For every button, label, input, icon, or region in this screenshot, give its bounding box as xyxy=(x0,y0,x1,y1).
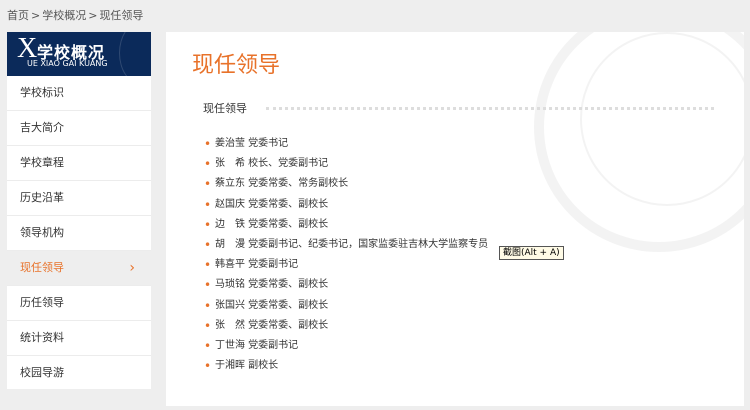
list-item: • 马琐铭 党委常委、副校长 xyxy=(203,275,488,295)
list-item: • 张 然 党委常委、副校长 xyxy=(203,316,488,336)
sidebar-item-history[interactable]: 历史沿革 xyxy=(7,181,151,216)
sidebar-item-label: 领导机构 xyxy=(20,226,64,239)
leader-entry: 边 铁 党委常委、副校长 xyxy=(215,218,329,230)
sidebar-item-campus-tour[interactable]: 校园导游 xyxy=(7,356,151,390)
sidebar: X 学校概况 UE XIAO GAI KUANG 学校标识 吉大简介 学校章程 … xyxy=(7,32,151,389)
list-item: • 韩喜平 党委副书记 xyxy=(203,255,488,275)
leader-entry: 姜治莹 党委书记 xyxy=(215,138,289,149)
leader-entry: 于湘晖 副校长 xyxy=(215,360,279,372)
sidebar-item-label: 统计资料 xyxy=(20,331,64,344)
leader-entry: 胡 漫 党委副书记、纪委书记，国家监委驻吉林大学监察专员 xyxy=(215,238,489,250)
sidebar-item-former-leaders[interactable]: 历任领导 xyxy=(7,286,151,321)
screenshot-tooltip: 截图(Alt + A) xyxy=(499,246,564,260)
leader-entry: 张 然 党委常委、副校长 xyxy=(215,319,329,331)
list-item: • 丁世海 党委副书记 xyxy=(203,336,488,356)
chevron-right-icon: › xyxy=(129,260,135,276)
bullet-icon: • xyxy=(204,217,212,232)
list-item: • 张 希 校长、党委副书记 xyxy=(203,154,488,174)
leader-entry: 张国兴 党委常委、副校长 xyxy=(215,299,329,311)
bullet-icon: • xyxy=(204,318,212,333)
sidebar-item-statistics[interactable]: 统计资料 xyxy=(7,321,151,356)
bullet-icon: • xyxy=(204,258,212,273)
list-item: • 张国兴 党委常委、副校长 xyxy=(203,296,488,316)
breadcrumb: 首页 > 学校概况 > 现任领导 xyxy=(7,7,143,23)
list-item: • 蔡立东 党委常委、常务副校长 xyxy=(203,174,488,194)
sidebar-item-label: 吉大简介 xyxy=(20,121,64,134)
sidebar-item-charter[interactable]: 学校章程 xyxy=(7,146,151,181)
breadcrumb-current: 现任领导 xyxy=(99,9,144,22)
sidebar-menu: 学校标识 吉大简介 学校章程 历史沿革 领导机构 现任领导 › 历任领导 统计资料… xyxy=(7,76,151,390)
list-item: • 边 铁 党委常委、副校长 xyxy=(203,215,488,235)
breadcrumb-separator: > xyxy=(88,9,98,22)
leader-entry: 马琐铭 党委常委、副校长 xyxy=(215,279,329,291)
sidebar-item-introduction[interactable]: 吉大简介 xyxy=(7,111,151,146)
university-seal-watermark-inner xyxy=(580,32,744,206)
bullet-icon: • xyxy=(204,197,212,212)
page-title: 现任领导 xyxy=(192,53,281,78)
breadcrumb-separator: > xyxy=(31,9,41,22)
bullet-icon: • xyxy=(204,137,212,151)
main-content: 现任领导 现任领导 • 姜治莹 党委书记 • 张 希 校长、党委副书记 • 蔡立东 党… xyxy=(166,32,744,406)
leader-entry: 丁世海 党委副书记 xyxy=(215,339,299,351)
leaders-list: • 姜治莹 党委书记 • 张 希 校长、党委副书记 • 蔡立东 党委常委、常务副校长 … xyxy=(203,134,488,376)
sidebar-item-leadership-bodies[interactable]: 领导机构 xyxy=(7,216,151,251)
list-item: • 姜治莹 党委书记 xyxy=(203,134,488,154)
bullet-icon: • xyxy=(204,177,212,192)
bullet-icon: • xyxy=(204,359,212,374)
sidebar-item-label: 历史沿革 xyxy=(20,191,64,204)
leader-entry: 韩喜平 党委副书记 xyxy=(215,259,299,271)
bullet-icon: • xyxy=(204,298,212,313)
sidebar-item-label: 现任领导 xyxy=(20,261,64,274)
sidebar-item-label: 学校标识 xyxy=(20,86,64,99)
list-item: • 于湘晖 副校长 xyxy=(203,356,488,376)
leader-entry: 蔡立东 党委常委、常务副校长 xyxy=(215,178,349,190)
section-title: 现任领导 xyxy=(203,100,253,116)
sidebar-item-label: 历任领导 xyxy=(20,296,64,309)
bullet-icon: • xyxy=(204,338,212,353)
breadcrumb-school-overview-link[interactable]: 学校概况 xyxy=(42,9,86,22)
bullet-icon: • xyxy=(204,237,212,252)
leader-entry: 赵国庆 党委常委、副校长 xyxy=(215,198,329,210)
bullet-icon: • xyxy=(204,278,212,293)
sidebar-item-label: 校园导游 xyxy=(20,366,64,379)
sidebar-item-current-leaders[interactable]: 现任领导 › xyxy=(7,251,151,286)
sidebar-header: X 学校概况 UE XIAO GAI KUANG xyxy=(7,32,151,76)
breadcrumb-home-link[interactable]: 首页 xyxy=(7,9,29,22)
section-divider xyxy=(266,107,714,110)
list-item: • 胡 漫 党委副书记、纪委书记，国家监委驻吉林大学监察专员 xyxy=(203,235,488,255)
list-item: • 赵国庆 党委常委、副校长 xyxy=(203,195,488,215)
sidebar-header-decoration xyxy=(119,32,151,76)
sidebar-item-school-logo[interactable]: 学校标识 xyxy=(7,76,151,111)
bullet-icon: • xyxy=(204,157,212,172)
leader-entry: 张 希 校长、党委副书记 xyxy=(215,158,329,170)
sidebar-header-subtitle: UE XIAO GAI KUANG xyxy=(27,59,108,68)
sidebar-item-label: 学校章程 xyxy=(20,156,64,169)
